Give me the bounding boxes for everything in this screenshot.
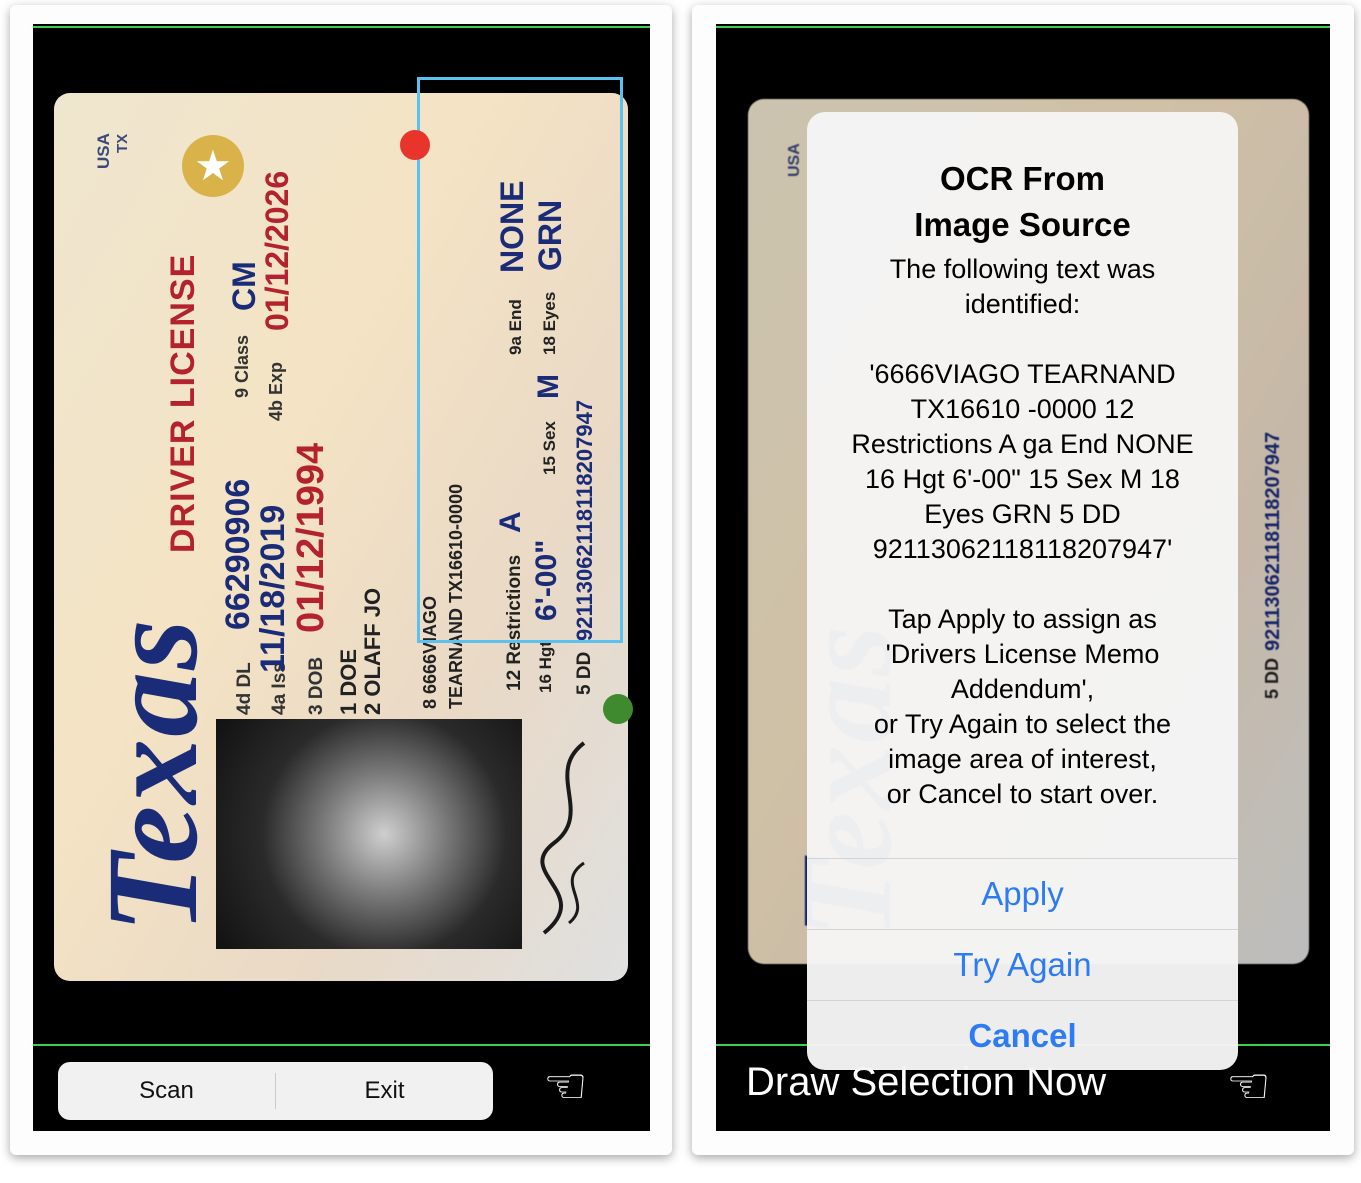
- state-abbr-text: TX: [114, 133, 131, 153]
- selection-handle-bottom-right[interactable]: [603, 694, 633, 724]
- cancel-button[interactable]: Cancel: [807, 1000, 1238, 1070]
- apply-button[interactable]: Apply: [807, 858, 1238, 929]
- dl-field-label: 4d DL: [234, 662, 255, 715]
- instruction-line: 'Drivers License Memo: [885, 639, 1160, 669]
- scan-exit-segmented-control: Scan Exit: [58, 1062, 493, 1120]
- pointing-hand-icon[interactable]: ☜: [543, 1057, 588, 1115]
- scan-screen: USA TX ★ DRIVER LICENSE 9 Class CM 4b Ex…: [33, 24, 650, 1131]
- alert-title-line-1: OCR From: [940, 160, 1105, 197]
- alert-title: OCR From Image Source: [827, 156, 1218, 248]
- dob-value: 01/12/1994: [290, 442, 332, 633]
- instruction-line: or Try Again to select the: [873, 709, 1172, 739]
- instruction-line: image area of interest,: [888, 744, 1157, 774]
- alert-msg-line: identified:: [964, 289, 1081, 319]
- ocr-text-line: Eyes GRN 5 DD: [924, 499, 1121, 529]
- state-script-logo: Texas: [81, 617, 225, 933]
- alert-message: The following text was identified: '6666…: [819, 252, 1226, 812]
- dob-field-label: 3 DOB: [306, 656, 327, 715]
- country-text: USA: [94, 133, 113, 169]
- license-photo: [216, 719, 522, 949]
- ocr-text-line: 16 Hgt 6'-00" 15 Sex M 18: [865, 464, 1180, 494]
- exp-value: 01/12/2026: [259, 170, 295, 331]
- scan-button[interactable]: Scan: [58, 1077, 275, 1105]
- ocr-text-line: '6666VIAGO TEARNAND: [869, 359, 1176, 389]
- class-field-label: 9 Class: [232, 334, 252, 398]
- instruction-line: Addendum',: [950, 674, 1095, 704]
- first-name-value: 2 OLAFF JO: [360, 587, 385, 715]
- country-text: USA: [786, 143, 803, 177]
- bottom-separator: [33, 1044, 650, 1046]
- bottom-toolbar: Scan Exit ☜: [33, 1049, 650, 1131]
- dd-field-label: 5 DD: [574, 651, 595, 695]
- ocr-text-line: Restrictions A ga End NONE: [851, 429, 1194, 459]
- alert-msg-line: The following text was: [889, 254, 1156, 284]
- ocr-text-line: 92113062118118207947': [872, 534, 1173, 564]
- signature-image: [540, 741, 586, 935]
- ocr-result-screen: USA Texas 92113062118118207947 5 DD Draw…: [716, 24, 1330, 1131]
- instruction-line: or Cancel to start over.: [886, 779, 1159, 809]
- ocr-text-line: TX16610 -0000 12: [910, 394, 1135, 424]
- selection-rectangle[interactable]: [417, 77, 623, 643]
- ocr-alert-dialog: OCR From Image Source The following text…: [807, 112, 1238, 1070]
- license-title: DRIVER LICENSE: [164, 253, 202, 553]
- top-separator: [33, 26, 650, 28]
- dd-field-label: 5 DD: [1262, 657, 1282, 699]
- iss-value: 11/18/2019: [254, 504, 292, 673]
- top-separator: [716, 26, 1330, 28]
- instruction-line: Tap Apply to assign as: [888, 604, 1157, 634]
- exp-field-label: 4b Exp: [266, 361, 286, 421]
- selection-handle-top-left[interactable]: [400, 130, 430, 160]
- state-seal-star-icon: ★: [182, 135, 244, 197]
- class-value: CM: [226, 261, 262, 311]
- alert-title-line-2: Image Source: [914, 206, 1131, 243]
- dl-number-value: 66290906: [219, 478, 257, 630]
- dd-value: 92113062118118207947: [1262, 431, 1284, 651]
- exit-button[interactable]: Exit: [276, 1077, 493, 1105]
- hgt-field-label: 16 Hgt: [536, 641, 555, 693]
- try-again-button[interactable]: Try Again: [807, 929, 1238, 1000]
- last-name-value: 1 DOE: [336, 648, 361, 715]
